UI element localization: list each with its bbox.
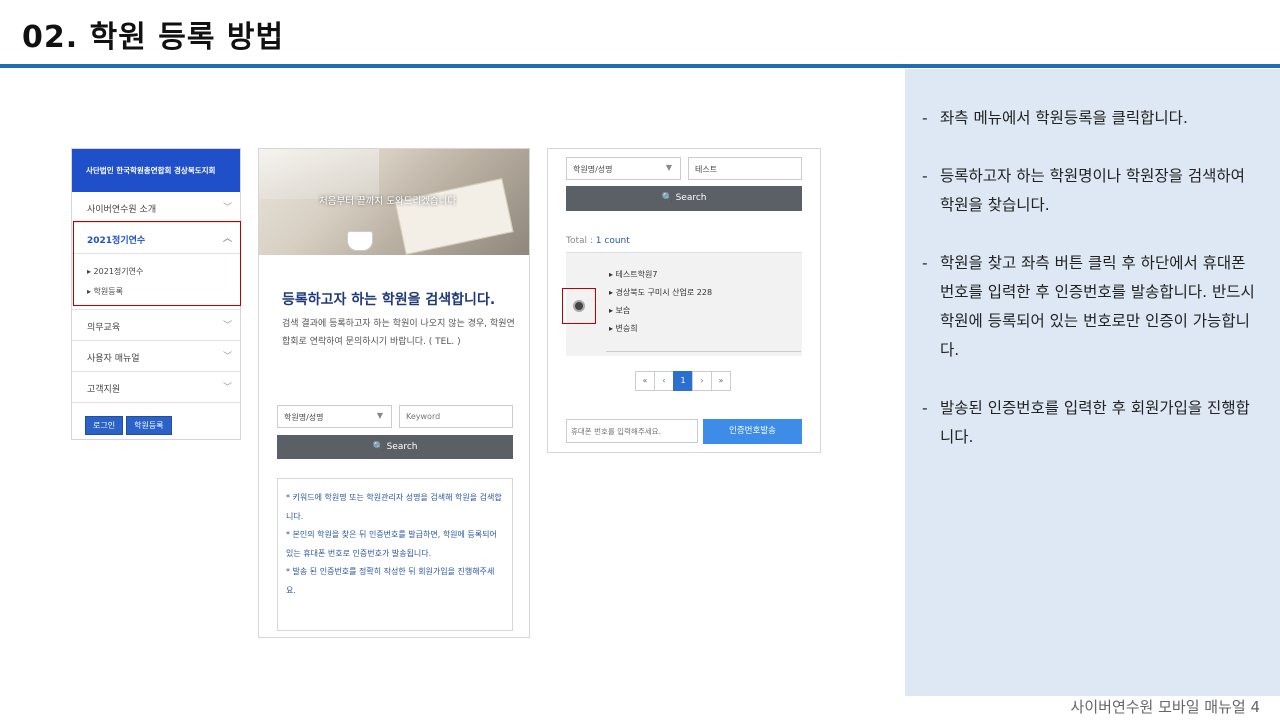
hero-image: 처음부터 끝까지 도와드리겠습니다	[259, 149, 529, 255]
menu-item-label: 고객지원	[87, 385, 121, 395]
result-total: Total : 1 count	[566, 236, 630, 246]
menu-header: 사단법인 한국학원총연합회 경상북도지회	[72, 149, 240, 192]
note-item: * 발송 된 인증번호를 정확히 작성한 뒤 회원가입을 진행해주세요.	[286, 567, 495, 595]
chevron-down-icon: ﹀	[222, 203, 232, 213]
page-prev-button[interactable]: ‹	[654, 371, 674, 391]
slide-footer: 사이버연수원 모바일 매뉴얼 4	[1070, 698, 1260, 716]
chevron-down-icon: ﹀	[222, 321, 232, 331]
search-button[interactable]: 🔍 Search	[566, 186, 802, 211]
keyword-input[interactable]: 테스트	[688, 157, 802, 180]
result-screenshot: 학원명/성명 ▼ 테스트 🔍 Search Total : 1 count ▸ …	[547, 148, 821, 453]
search-type-select[interactable]: 학원명/성명 ▼	[566, 157, 681, 180]
instruction-item: - 학원을 찾고 좌측 버튼 클릭 후 하단에서 휴대폰 번호를 입력한 후 인…	[922, 254, 1255, 359]
highlight-box	[562, 288, 596, 324]
chevron-down-icon: ﹀	[222, 383, 232, 393]
instruction-list: - 좌측 메뉴에서 학원등록을 클릭합니다. - 등록하고자 하는 학원명이나 …	[922, 104, 1262, 481]
search-notes: * 키워드에 학원명 또는 학원관리자 성명을 검색해 학원을 검색합니다. *…	[277, 478, 513, 631]
send-verification-button[interactable]: 인증번호발송	[703, 419, 802, 444]
search-heading: 등록하고자 하는 학원을 검색합니다.	[282, 292, 496, 308]
instruction-item: - 좌측 메뉴에서 학원등록을 클릭합니다.	[922, 109, 1188, 127]
note-item: * 키워드에 학원명 또는 학원관리자 성명을 검색해 학원을 검색합니다.	[286, 493, 502, 521]
search-screenshot: 처음부터 끝까지 도와드리겠습니다 등록하고자 하는 학원을 검색합니다. 검색…	[258, 148, 530, 638]
search-icon: 🔍	[372, 442, 384, 452]
phone-input[interactable]	[566, 419, 698, 443]
menu-item-mandatory-education[interactable]: 의무교육 ﹀	[72, 310, 240, 341]
slide-title: 02. 학원 등록 방법	[22, 20, 285, 55]
page-last-button[interactable]: »	[711, 371, 731, 391]
pagination: « ‹ 1 › »	[635, 371, 731, 391]
menu-item-support[interactable]: 고객지원 ﹀	[72, 372, 240, 403]
search-type-select[interactable]: 학원명/성명 ▼	[277, 405, 392, 428]
menu-item-intro[interactable]: 사이버연수원 소개 ﹀	[72, 192, 240, 223]
hero-caption: 처음부터 끝까지 도와드리겠습니다	[319, 196, 457, 207]
menu-screenshot: 사단법인 한국학원총연합회 경상북도지회 사이버연수원 소개 ﹀ 2021정기연…	[71, 148, 241, 440]
menu-item-label: 사이버연수원 소개	[87, 205, 157, 215]
page-first-button[interactable]: «	[635, 371, 655, 391]
result-manager: ▸ 변승희	[609, 324, 638, 333]
highlight-box	[73, 221, 241, 306]
menu-item-label: 사용자 매뉴얼	[87, 354, 140, 364]
caret-down-icon: ▼	[665, 163, 672, 172]
login-button[interactable]: 로그인	[85, 416, 124, 435]
coffee-cup-icon	[347, 231, 373, 251]
search-description: 검색 결과에 등록하고자 하는 학원이 나오지 않는 경우, 학원연합회로 연락…	[282, 319, 515, 347]
result-list: ▸ 테스트학원7 ▸ 경상북도 구미시 산업로 228 ▸ 보습 ▸ 변승희	[562, 252, 802, 356]
search-button[interactable]: 🔍 Search	[277, 435, 513, 459]
academy-register-button[interactable]: 학원등록	[126, 416, 172, 435]
menu-item-user-manual[interactable]: 사용자 매뉴얼 ﹀	[72, 341, 240, 372]
title-divider	[0, 64, 1280, 68]
auth-buttons: 로그인 학원등록	[85, 416, 172, 435]
menu-item-label: 의무교육	[87, 323, 121, 333]
result-address: ▸ 경상북도 구미시 산업로 228	[609, 288, 713, 297]
page-current-button[interactable]: 1	[673, 371, 693, 391]
result-category: ▸ 보습	[609, 306, 631, 315]
chevron-down-icon: ﹀	[222, 352, 232, 362]
instruction-item: - 발송된 인증번호를 입력한 후 회원가입을 진행합니다.	[922, 399, 1250, 446]
instruction-item: - 등록하고자 하는 학원명이나 학원장을 검색하여 학원을 찾습니다.	[922, 167, 1245, 214]
keyword-input[interactable]	[399, 405, 513, 428]
note-item: * 본인의 학원을 찾은 뒤 인증번호를 발급하면, 학원에 등록되어있는 휴대…	[286, 530, 497, 558]
caret-down-icon: ▼	[376, 411, 383, 420]
page-next-button[interactable]: ›	[692, 371, 712, 391]
search-icon: 🔍	[661, 193, 673, 203]
result-academy-name: ▸ 테스트학원7	[609, 270, 658, 279]
